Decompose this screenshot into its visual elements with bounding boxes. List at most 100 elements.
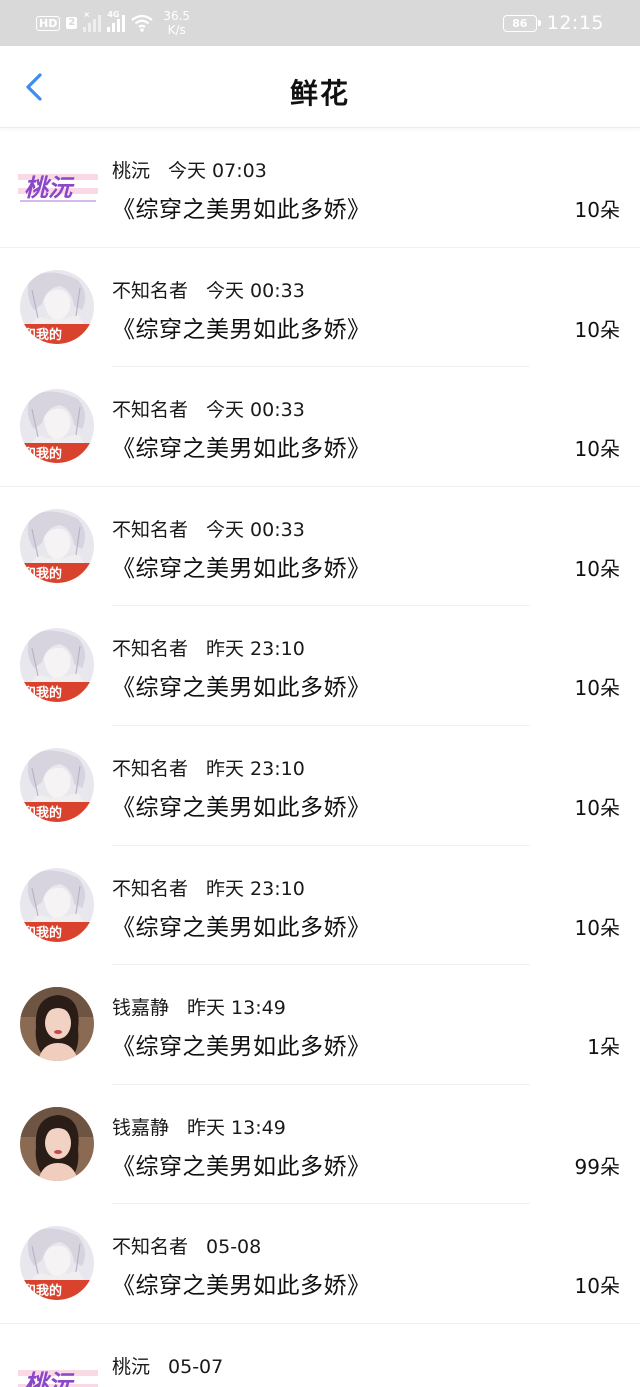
record-time: 05-08	[206, 1236, 262, 1259]
book-title: 《综穿之美男如此多娇》	[112, 1273, 371, 1300]
sim-slot-indicator: 2	[66, 17, 78, 29]
signal-empty-icon: ×	[83, 10, 102, 32]
record-meta: 桃沅 今天 07:03	[112, 156, 267, 183]
hd-indicator: HD	[36, 15, 61, 31]
sender-name[interactable]: 钱嘉静	[112, 993, 169, 1020]
avatar[interactable]	[20, 987, 94, 1062]
flower-count: 10朵	[574, 795, 620, 820]
flower-record-list: 桃沅 桃沅 今天 07:03 《综穿之美男如此多娇》 10朵 和我的 不知名者 今天 0…	[0, 128, 640, 1387]
flower-count: 10朵	[574, 437, 620, 462]
record-time: 今天 00:33	[206, 279, 305, 302]
record-meta: 不知名者 05-08	[112, 1232, 261, 1259]
record-meta: 钱嘉静 昨天 13:49	[112, 1113, 286, 1140]
sender-name[interactable]: 桃沅	[112, 1352, 150, 1379]
record-meta: 不知名者 昨天 23:10	[112, 754, 305, 781]
list-item[interactable]: 和我的 不知名者 今天 00:33 《综穿之美男如此多娇》 10朵	[0, 367, 640, 487]
avatar[interactable]: 和我的	[20, 1226, 94, 1301]
avatar-text: 和我的	[23, 685, 62, 701]
avatar[interactable]: 和我的	[20, 747, 94, 822]
list-item[interactable]: 和我的 不知名者 05-08 《综穿之美男如此多娇》 10朵	[0, 1204, 640, 1324]
avatar-text: 和我的	[23, 566, 62, 582]
avatar-text: 和我的	[23, 805, 62, 821]
record-time: 昨天 23:10	[206, 638, 305, 661]
top-app-bar: 鲜花	[0, 46, 640, 128]
avatar[interactable]: 和我的	[20, 389, 94, 464]
book-title: 《综穿之美男如此多娇》	[112, 197, 371, 223]
status-bar: HD 2 × 4G 36.5 K/s 86 12:15	[0, 0, 640, 46]
avatar-text: 和我的	[23, 446, 62, 462]
book-title: 《综穿之美男如此多娇》	[112, 436, 371, 463]
record-time: 今天 07:03	[168, 160, 267, 182]
book-title: 《综穿之美男如此多娇》	[112, 555, 371, 582]
battery-icon: 86	[502, 14, 541, 32]
sender-name[interactable]: 不知名者	[112, 515, 188, 542]
avatar-text: 和我的	[23, 1283, 62, 1299]
avatar[interactable]	[20, 1106, 94, 1181]
flower-count: 10朵	[574, 915, 620, 940]
avatar[interactable]: 和我的	[20, 508, 94, 583]
list-item[interactable]: 桃沅 桃沅 今天 07:03 《综穿之美男如此多娇》 10朵	[0, 128, 640, 248]
avatar-text: 和我的	[23, 925, 62, 941]
clock: 12:15	[546, 12, 604, 34]
list-item[interactable]: 桃沅 桃沅 05-07	[0, 1324, 640, 1387]
book-title: 《综穿之美男如此多娇》	[112, 1153, 371, 1180]
record-time: 昨天 13:49	[187, 1116, 286, 1139]
flower-count: 1朵	[587, 1035, 620, 1060]
record-meta: 不知名者 今天 00:33	[112, 395, 305, 422]
avatar[interactable]: 和我的	[20, 628, 94, 703]
sender-name[interactable]: 不知名者	[112, 754, 188, 781]
network-type: 4G	[107, 10, 120, 19]
battery-level: 86	[512, 16, 528, 30]
record-time: 05-07	[168, 1355, 224, 1378]
avatar[interactable]: 和我的	[20, 269, 94, 344]
record-time: 今天 00:33	[206, 518, 305, 541]
book-title: 《综穿之美男如此多娇》	[112, 675, 371, 702]
flower-count: 10朵	[574, 198, 620, 222]
avatar-text: 桃沅	[24, 173, 75, 202]
list-item[interactable]: 和我的 不知名者 昨天 23:10 《综穿之美男如此多娇》 10朵	[0, 726, 640, 846]
record-time: 昨天 13:49	[187, 997, 286, 1020]
list-item[interactable]: 和我的 不知名者 昨天 23:10 《综穿之美男如此多娇》 10朵	[0, 606, 640, 726]
record-meta: 不知名者 今天 00:33	[112, 276, 305, 303]
sender-name[interactable]: 不知名者	[112, 874, 188, 901]
flower-count: 99朵	[574, 1154, 620, 1179]
list-item[interactable]: 钱嘉静 昨天 13:49 《综穿之美男如此多娇》 99朵	[0, 1085, 640, 1205]
sender-logo[interactable]: 桃沅	[18, 1360, 98, 1387]
list-item[interactable]: 和我的 不知名者 今天 00:33 《综穿之美男如此多娇》 10朵	[0, 248, 640, 368]
list-item[interactable]: 和我的 不知名者 昨天 23:10 《综穿之美男如此多娇》 10朵	[0, 846, 640, 966]
avatar-text: 和我的	[23, 327, 62, 343]
record-time: 昨天 23:10	[206, 757, 305, 780]
record-meta: 钱嘉静 昨天 13:49	[112, 993, 286, 1020]
network-speed: 36.5 K/s	[163, 9, 190, 37]
sender-name[interactable]: 钱嘉静	[112, 1113, 169, 1140]
sender-name[interactable]: 不知名者	[112, 634, 188, 661]
flower-count: 10朵	[574, 317, 620, 342]
wifi-icon	[131, 14, 153, 32]
record-meta: 桃沅 05-07	[112, 1352, 223, 1379]
sender-logo[interactable]: 桃沅	[18, 164, 98, 208]
record-meta: 不知名者 昨天 23:10	[112, 874, 305, 901]
page-title: 鲜花	[289, 77, 350, 110]
speed-unit: K/s	[167, 23, 186, 37]
speed-value: 36.5	[163, 9, 191, 23]
book-title: 《综穿之美男如此多娇》	[112, 794, 371, 821]
flower-count: 10朵	[574, 556, 620, 581]
sender-name[interactable]: 不知名者	[112, 395, 188, 422]
book-title: 《综穿之美男如此多娇》	[112, 1034, 371, 1061]
status-right: 86 12:15	[502, 8, 604, 38]
record-time: 昨天 23:10	[206, 877, 305, 900]
record-meta: 不知名者 昨天 23:10	[112, 634, 305, 661]
record-time: 今天 00:33	[206, 399, 305, 422]
sender-name[interactable]: 不知名者	[112, 276, 188, 303]
book-title: 《综穿之美男如此多娇》	[112, 914, 371, 941]
list-item[interactable]: 和我的 不知名者 今天 00:33 《综穿之美男如此多娇》 10朵	[0, 487, 640, 607]
sender-name[interactable]: 不知名者	[112, 1232, 188, 1259]
avatar-text: 桃沅	[24, 1369, 75, 1387]
record-meta: 不知名者 今天 00:33	[112, 515, 305, 542]
avatar[interactable]: 和我的	[20, 867, 94, 942]
signal-4g-icon: 4G	[107, 10, 126, 32]
list-item[interactable]: 钱嘉静 昨天 13:49 《综穿之美男如此多娇》 1朵	[0, 965, 640, 1085]
flower-count: 10朵	[574, 1274, 620, 1299]
status-left: HD 2 × 4G 36.5 K/s	[36, 6, 190, 40]
sender-name[interactable]: 桃沅	[112, 156, 150, 183]
